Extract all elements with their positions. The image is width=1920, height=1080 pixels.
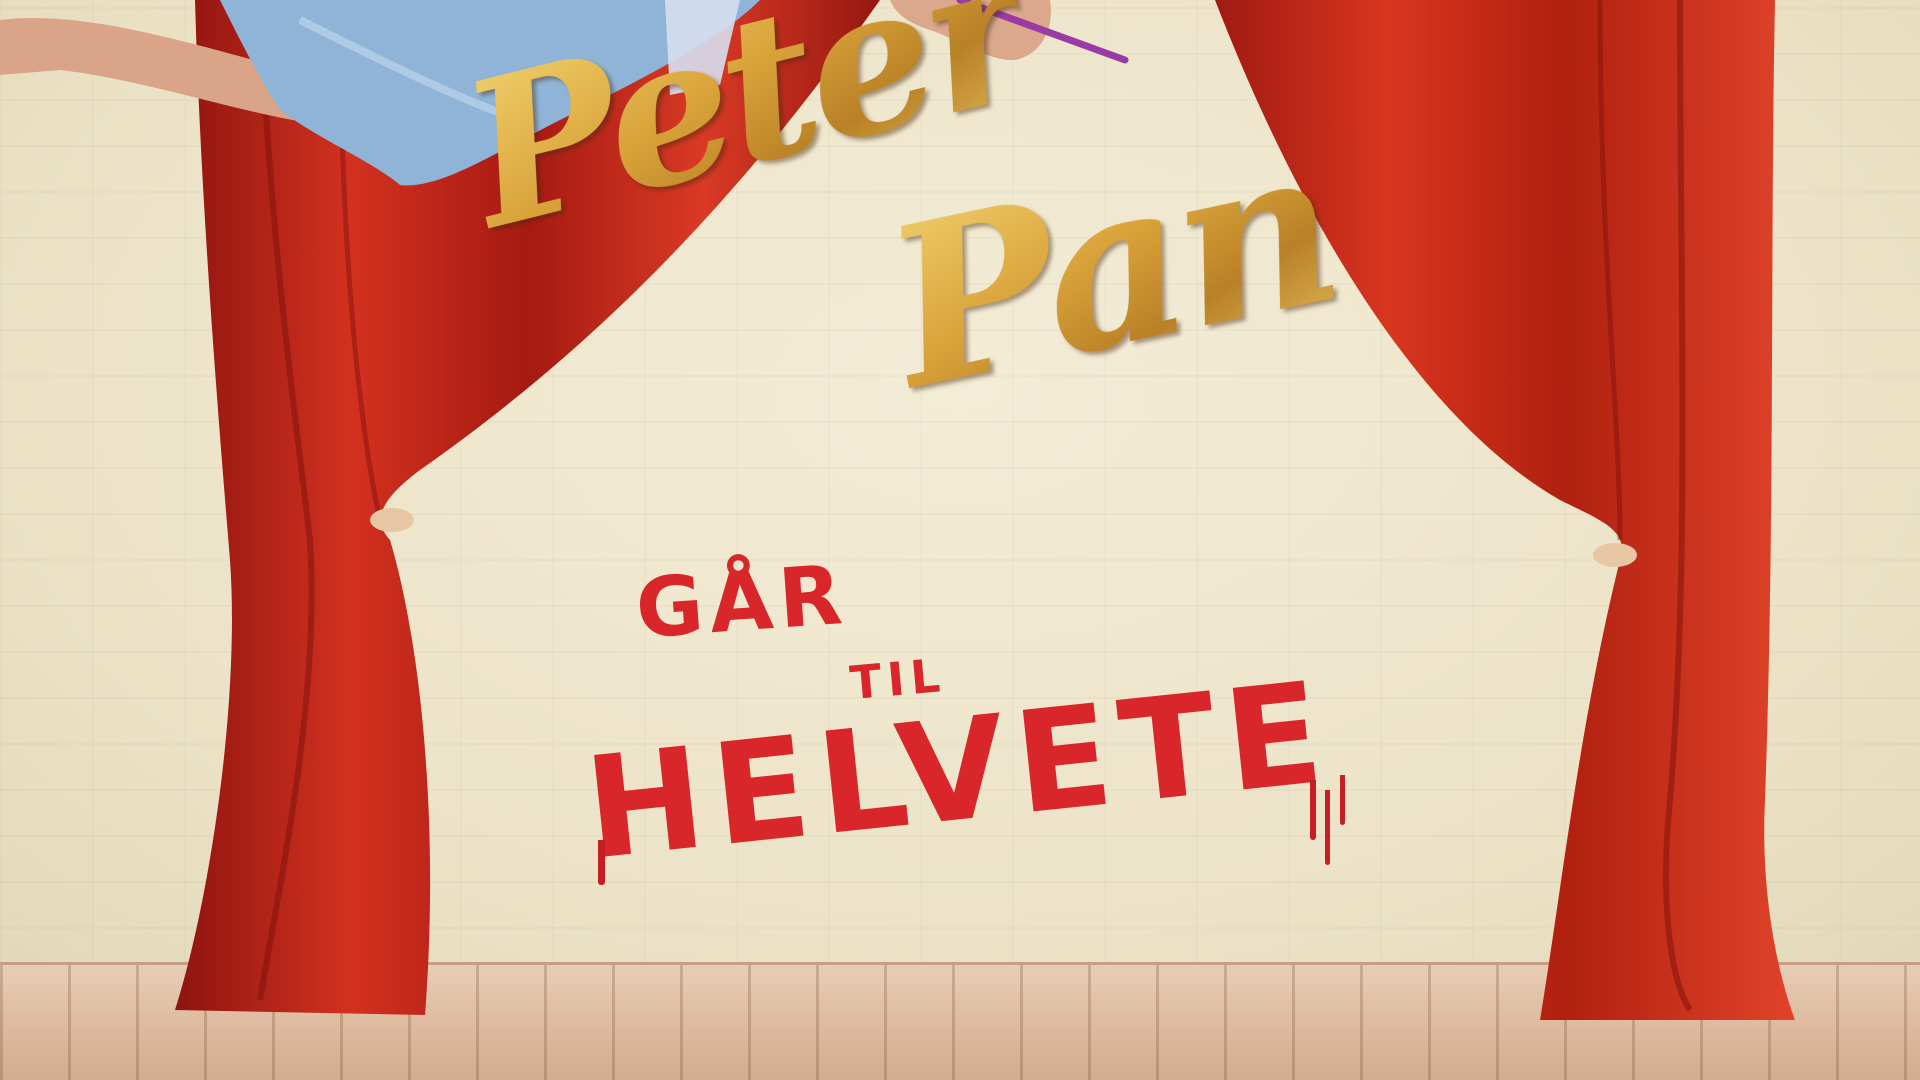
blood-drip bbox=[1340, 775, 1345, 825]
subtitle-gar: GÅR bbox=[632, 547, 851, 658]
blood-drip bbox=[598, 840, 605, 885]
blood-drip bbox=[1325, 790, 1330, 865]
poster-stage: Peter Pan GÅR TIL HELVETE bbox=[0, 0, 1920, 1080]
flying-fairy-figure bbox=[0, 0, 1129, 186]
blood-drip bbox=[1310, 780, 1316, 840]
